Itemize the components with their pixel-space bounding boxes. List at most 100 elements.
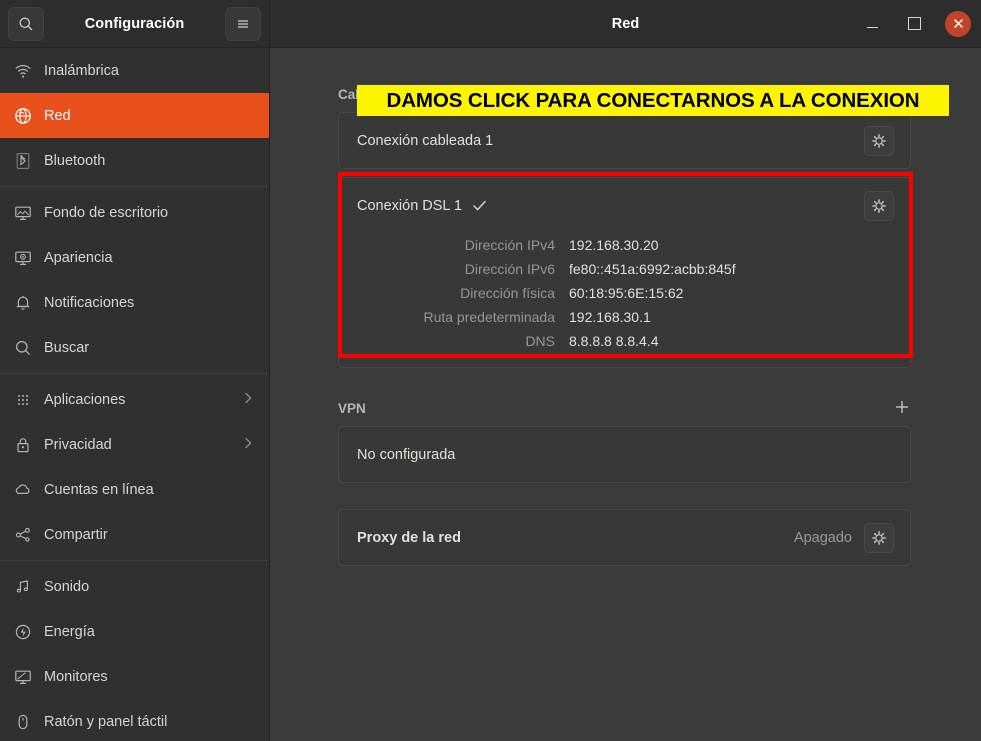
proxy-settings-button[interactable] [864,523,894,553]
globe-icon [14,107,40,125]
sidebar-item-apariencia[interactable]: Apariencia [0,235,269,280]
sidebar-item-sonido[interactable]: Sonido [0,564,269,609]
vpn-section-title: VPN [338,401,366,416]
sidebar-item-raton-y-panel-tactil[interactable]: Ratón y panel táctil [0,699,269,741]
wired-connection-card: Conexión cableada 1 [338,112,911,169]
detail-row: Dirección IPv4 192.168.30.20 [357,233,894,257]
maximize-button[interactable] [903,13,925,35]
vpn-empty-row: No configurada [339,427,910,482]
detail-value: 192.168.30.20 [569,237,659,253]
sidebar-item-label: Ratón y panel táctil [40,714,167,730]
vpn-section-header: VPN [338,398,911,418]
annotation-banner: DAMOS CLICK PARA CONECTARNOS A LA CONEXI… [357,85,949,116]
share-icon [14,526,40,544]
check-icon [471,197,488,214]
sidebar-item-label: Fondo de escritorio [40,205,168,221]
annotation-banner-text: DAMOS CLICK PARA CONECTARNOS A LA CONEXI… [387,89,920,113]
close-icon [953,18,964,29]
bell-icon [14,294,40,312]
sidebar-divider [0,373,269,374]
sidebar-item-label: Buscar [40,340,89,356]
monitor-icon [14,668,40,686]
sidebar-item-label: Monitores [40,669,108,685]
proxy-name: Proxy de la red [357,530,461,546]
vpn-card: No configurada [338,426,911,483]
desktop-background-icon [14,204,40,222]
detail-label: Dirección IPv6 [357,261,569,277]
hamburger-menu-icon [235,16,251,32]
sidebar-item-energia[interactable]: Energía [0,609,269,654]
wifi-icon [14,62,40,80]
lock-icon [14,436,40,454]
sidebar-item-aplicaciones[interactable]: Aplicaciones [0,377,269,422]
cloud-icon [14,481,40,499]
network-settings-panel: Cableada Conexión cableada 1 [270,48,981,741]
detail-value: 192.168.30.1 [569,309,651,325]
window-header: Red [270,0,981,47]
sidebar-divider [0,560,269,561]
minimize-button[interactable] [861,13,883,35]
sidebar-item-label: Sonido [40,579,89,595]
sidebar: Inalámbrica Red [0,48,270,741]
gear-icon [871,530,887,546]
gear-icon [871,198,887,214]
bluetooth-icon [14,152,40,170]
window-body: Inalámbrica Red [0,48,981,741]
sidebar-item-label: Privacidad [40,437,112,453]
proxy-row[interactable]: Proxy de la red Apagado [339,510,910,565]
detail-row: DNS 8.8.8.8 8.8.4.4 [357,329,894,353]
sidebar-item-label: Aplicaciones [40,392,125,408]
connection-row[interactable]: Conexión cableada 1 [339,113,910,168]
detail-label: Dirección IPv4 [357,237,569,253]
sidebar-item-label: Apariencia [40,250,113,266]
sidebar-item-buscar[interactable]: Buscar [0,325,269,370]
sidebar-item-fondo-de-escritorio[interactable]: Fondo de escritorio [0,190,269,235]
search-button[interactable] [8,7,44,41]
detail-value: 8.8.8.8 8.8.4.4 [569,333,659,349]
sidebar-item-compartir[interactable]: Compartir [0,512,269,557]
sidebar-item-label: Red [40,108,71,124]
sidebar-item-cuentas-en-linea[interactable]: Cuentas en línea [0,467,269,512]
music-note-icon [14,578,40,596]
dsl-connection-card: Conexión DSL 1 [338,177,911,368]
vpn-empty-label: No configurada [357,447,455,463]
sidebar-item-privacidad[interactable]: Privacidad [0,422,269,467]
connection-name: Conexión cableada 1 [357,133,493,149]
connection-settings-button[interactable] [864,126,894,156]
plus-icon [893,398,911,416]
detail-label: Dirección física [357,285,569,301]
sidebar-item-inalambrica[interactable]: Inalámbrica [0,48,269,93]
chevron-right-icon [241,391,255,409]
detail-value: 60:18:95:6E:15:62 [569,285,683,301]
search-icon [18,16,34,32]
sidebar-item-red[interactable]: Red [0,93,269,138]
connection-settings-button[interactable] [864,191,894,221]
sidebar-item-label: Cuentas en línea [40,482,154,498]
gear-icon [871,133,887,149]
power-icon [14,623,40,641]
detail-row: Dirección física 60:18:95:6E:15:62 [357,281,894,305]
sidebar-item-monitores[interactable]: Monitores [0,654,269,699]
sidebar-item-label: Energía [40,624,95,640]
sidebar-header: Configuración [0,0,270,47]
sidebar-item-label: Compartir [40,527,108,543]
chevron-right-icon [241,436,255,454]
proxy-card: Proxy de la red Apagado [338,509,911,566]
sidebar-item-label: Notificaciones [40,295,134,311]
sidebar-item-notificaciones[interactable]: Notificaciones [0,280,269,325]
add-vpn-button[interactable] [893,398,911,419]
search-icon [14,339,40,357]
sidebar-item-bluetooth[interactable]: Bluetooth [0,138,269,183]
close-button[interactable] [945,11,971,37]
sidebar-divider [0,186,269,187]
titlebar: Configuración Red [0,0,981,48]
mouse-icon [14,713,40,731]
detail-row: Ruta predeterminada 192.168.30.1 [357,305,894,329]
connection-name: Conexión DSL 1 [357,198,462,214]
connection-row[interactable]: Conexión DSL 1 [339,178,910,233]
apps-grid-icon [14,391,40,409]
sidebar-item-label: Bluetooth [40,153,105,169]
hamburger-menu-button[interactable] [225,7,261,41]
window-controls [861,11,971,37]
detail-label: DNS [357,333,569,349]
